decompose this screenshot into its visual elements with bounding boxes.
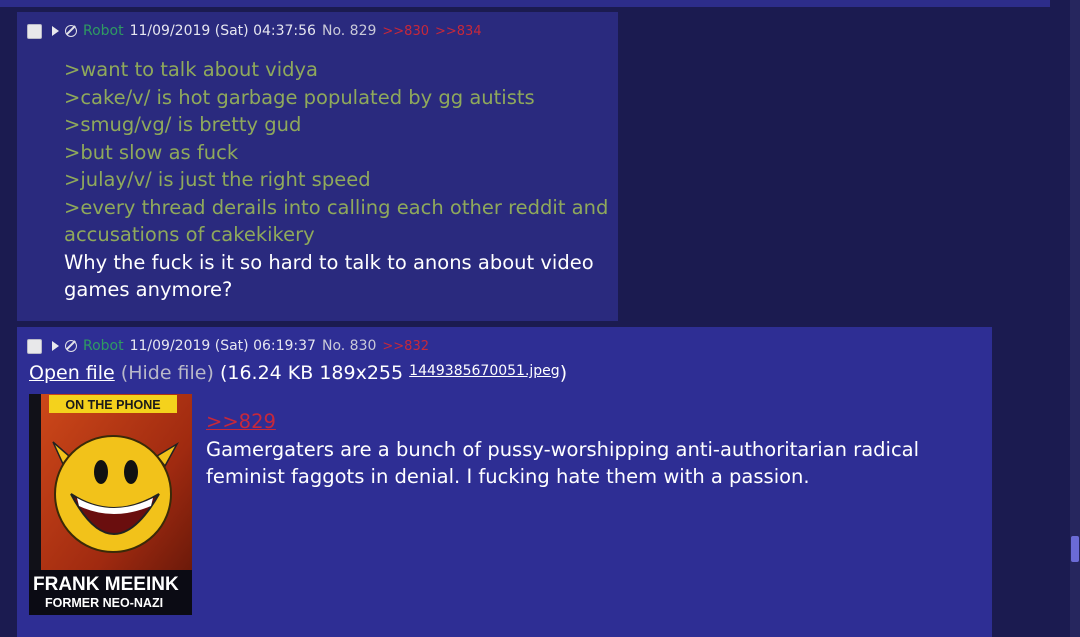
image-caption-title: FORMER NEO-NAZI	[45, 596, 163, 610]
greentext-line: >but slow as fuck	[64, 140, 239, 164]
backlink[interactable]: >>830	[382, 24, 429, 39]
scrollbar-thumb[interactable]	[1071, 536, 1079, 562]
previous-post-edge	[0, 0, 1050, 7]
file-name-link[interactable]: 1449385670051.jpeg	[409, 363, 560, 379]
text-line: games anymore?	[64, 278, 233, 301]
post-menu-arrow-icon[interactable]	[52, 341, 59, 351]
post-body: >>829 Gamergaters are a bunch of pussy-w…	[206, 408, 919, 491]
greentext-line: accusations of cakekikery	[64, 223, 315, 246]
image-caption-name: FRANK MEEINK	[33, 574, 179, 595]
file-details: (16.24 KB 189x255	[219, 362, 404, 384]
file-details-close: )	[559, 362, 568, 384]
greentext-line: >every thread derails into calling each …	[64, 195, 609, 219]
post-datetime: 11/09/2019 (Sat) 06:19:37	[129, 338, 316, 354]
post-header: Robot 11/09/2019 (Sat) 06:19:37 No. 830 …	[27, 336, 429, 356]
hide-file-link[interactable]: (Hide file)	[121, 362, 214, 384]
greentext-line: >julay/v/ is just the right speed	[64, 168, 371, 191]
scrollbar-track[interactable]	[1070, 0, 1080, 637]
post-829: Robot 11/09/2019 (Sat) 04:37:56 No. 829 …	[17, 12, 618, 321]
backlink[interactable]: >>832	[382, 339, 429, 354]
post-menu-arrow-icon[interactable]	[52, 26, 59, 36]
text-line: Why the fuck is it so hard to talk to an…	[64, 250, 594, 274]
post-830: Robot 11/09/2019 (Sat) 06:19:37 No. 830 …	[17, 327, 992, 637]
backlink[interactable]: >>834	[435, 24, 482, 39]
greentext-line: >want to talk about vidya	[64, 58, 319, 81]
select-post-checkbox[interactable]	[27, 23, 42, 39]
greentext-line: >cake/v/ is hot garbage populated by gg …	[64, 85, 535, 109]
post-number-link[interactable]: No. 829	[322, 23, 376, 39]
quote-link[interactable]: >>829	[206, 410, 276, 433]
post-header: Robot 11/09/2019 (Sat) 04:37:56 No. 829 …	[27, 21, 482, 41]
file-info: Open file (Hide file) (16.24 KB 189x255 …	[29, 362, 567, 384]
post-number-link[interactable]: No. 830	[322, 338, 376, 354]
text-line: Gamergaters are a bunch of pussy-worship…	[206, 437, 920, 461]
hide-post-icon[interactable]	[65, 340, 77, 352]
file-thumbnail[interactable]: ON THE PHONE FRANK MEEINK FORMER NEO-NAZ…	[29, 394, 192, 615]
select-post-checkbox[interactable]	[27, 338, 42, 354]
post-datetime: 11/09/2019 (Sat) 04:37:56	[129, 23, 316, 39]
post-body: >want to talk about vidya >cake/v/ is ho…	[64, 56, 608, 304]
pacman-meme-image: ON THE PHONE FRANK MEEINK FORMER NEO-NAZ…	[29, 394, 192, 615]
open-file-link[interactable]: Open file	[29, 362, 115, 384]
text-line: feminist faggots in denial. I fucking ha…	[206, 465, 810, 488]
poster-name: Robot	[83, 23, 124, 39]
greentext-line: >smug/vg/ is bretty gud	[64, 113, 302, 136]
hide-post-icon[interactable]	[65, 25, 77, 37]
image-top-text: ON THE PHONE	[65, 398, 160, 412]
poster-name: Robot	[83, 338, 124, 354]
